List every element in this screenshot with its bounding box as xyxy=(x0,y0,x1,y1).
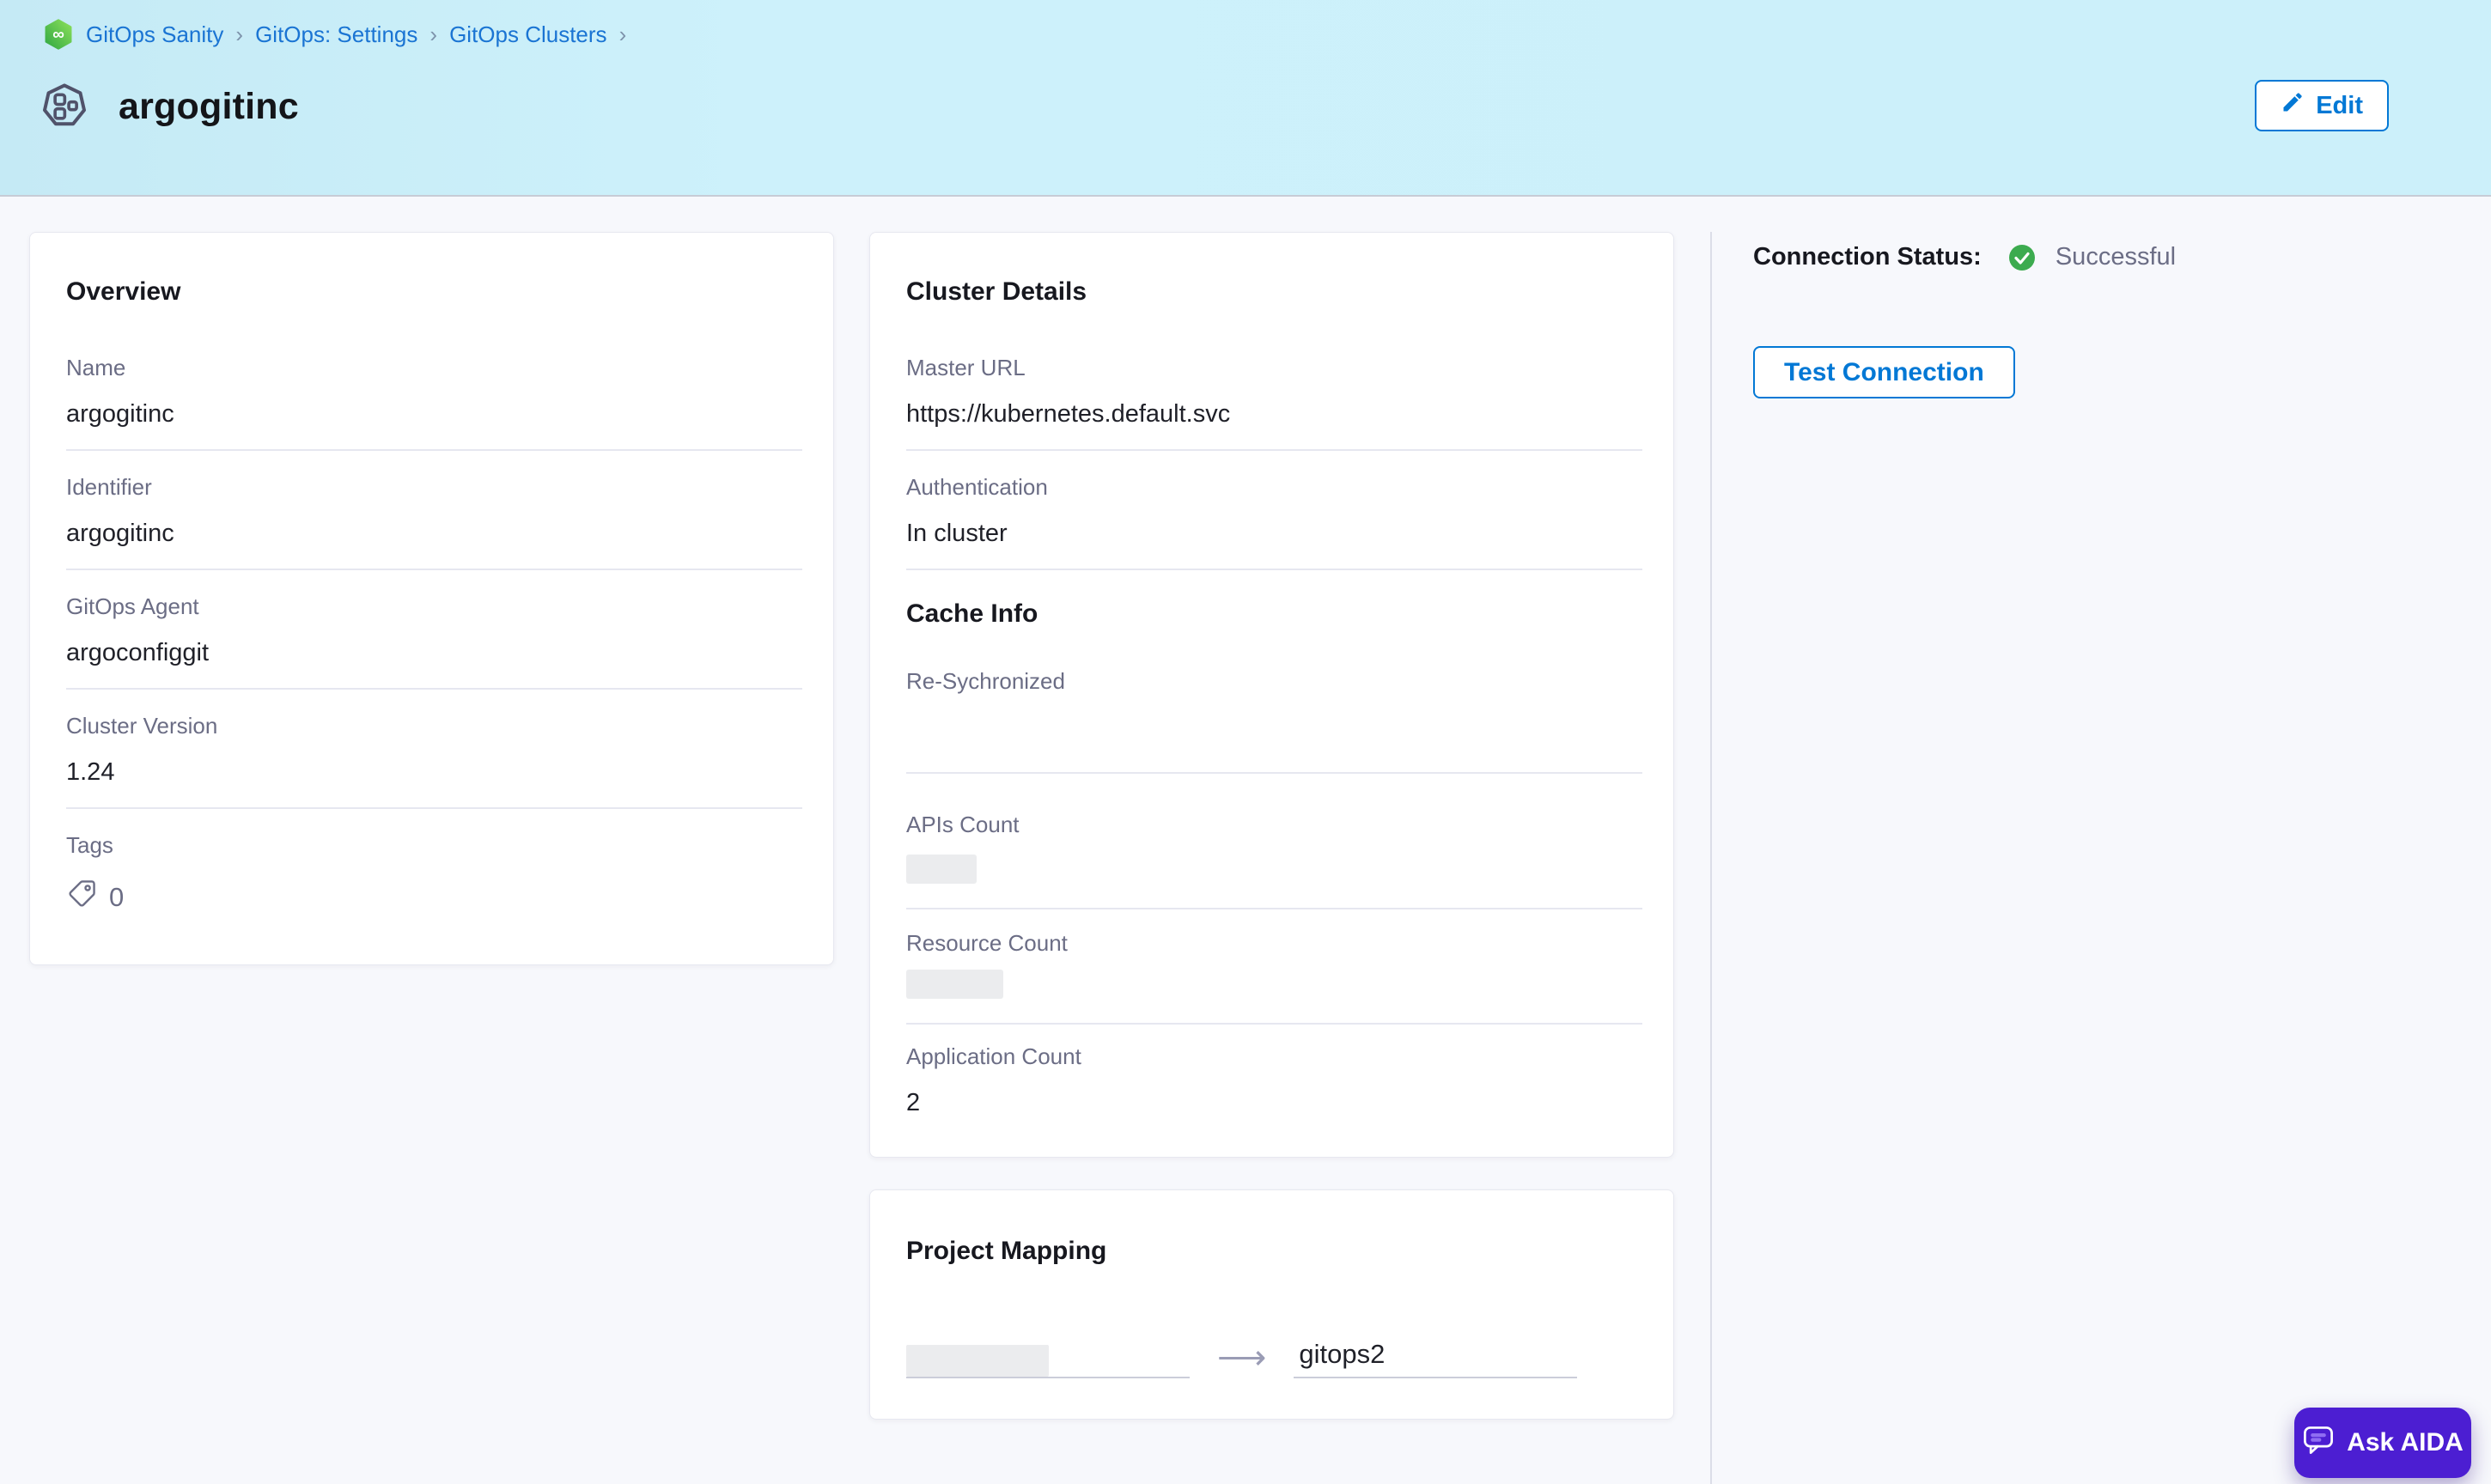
field-label: Cluster Version xyxy=(66,715,802,737)
mapping-target-field[interactable]: gitops2 xyxy=(1294,1339,1577,1378)
project-mapping-card: Project Mapping ⟶ gitops2 xyxy=(869,1189,1674,1420)
breadcrumb-link-settings[interactable]: GitOps: Settings xyxy=(255,21,417,48)
cluster-details-card: Cluster Details Master URL https://kuber… xyxy=(869,232,1674,1158)
field-resource-count: Resource Count xyxy=(906,932,1642,1025)
project-mapping-row: ⟶ gitops2 xyxy=(906,1339,1642,1378)
page-title: argogitinc xyxy=(119,86,299,128)
test-connection-button[interactable]: Test Connection xyxy=(1753,346,2015,398)
field-label: GitOps Agent xyxy=(66,595,802,617)
field-gitops-agent: GitOps Agent argoconfiggit xyxy=(66,595,802,690)
divider xyxy=(66,688,802,690)
mapping-arrow-icon: ⟶ xyxy=(1217,1341,1266,1378)
overview-heading: Overview xyxy=(66,279,802,305)
mapping-source-field[interactable] xyxy=(906,1345,1190,1378)
cache-info-heading: Cache Info xyxy=(906,601,1642,627)
field-application-count: Application Count 2 xyxy=(906,1045,1642,1116)
divider xyxy=(906,569,1642,570)
field-value-empty xyxy=(906,715,1642,772)
field-value: In cluster xyxy=(906,520,1642,546)
connection-status-row: Connection Status: Successful xyxy=(1753,243,2176,271)
ask-aida-label: Ask AIDA xyxy=(2347,1428,2464,1457)
field-label: Application Count xyxy=(906,1045,1642,1067)
gitops-logo-icon: ∞ xyxy=(43,19,74,50)
edit-button[interactable]: Edit xyxy=(2255,80,2389,131)
field-cluster-version: Cluster Version 1.24 xyxy=(66,715,802,809)
divider xyxy=(906,1023,1642,1025)
field-value: 1.24 xyxy=(66,759,802,785)
chat-bubble-icon xyxy=(2302,1423,2335,1463)
field-label: Identifier xyxy=(66,476,802,498)
field-label: Master URL xyxy=(906,356,1642,379)
pencil-icon xyxy=(2281,90,2305,121)
breadcrumb: ∞ GitOps Sanity › GitOps: Settings › Git… xyxy=(43,19,626,50)
cluster-heptagon-icon xyxy=(40,81,89,131)
divider xyxy=(906,772,1642,774)
content-area: Overview Name argogitinc Identifier argo… xyxy=(0,197,2491,1484)
breadcrumb-link-clusters[interactable]: GitOps Clusters xyxy=(449,21,607,48)
breadcrumb-link-project[interactable]: GitOps Sanity xyxy=(86,21,223,48)
loading-skeleton xyxy=(906,970,1003,999)
divider xyxy=(66,807,802,809)
edit-button-label: Edit xyxy=(2316,92,2363,120)
breadcrumb-separator: › xyxy=(619,21,627,48)
overview-card: Overview Name argogitinc Identifier argo… xyxy=(29,232,834,965)
divider xyxy=(906,908,1642,909)
tags-count: 0 xyxy=(109,882,124,913)
field-label: Resource Count xyxy=(906,932,1642,954)
field-master-url: Master URL https://kubernetes.default.sv… xyxy=(906,356,1642,451)
loading-skeleton xyxy=(906,1345,1049,1377)
tag-icon xyxy=(66,879,97,916)
breadcrumb-separator: › xyxy=(429,21,437,48)
ask-aida-button[interactable]: Ask AIDA xyxy=(2294,1408,2471,1478)
field-identifier: Identifier argogitinc xyxy=(66,476,802,570)
field-label: Re-Sychronized xyxy=(906,670,1642,692)
tags-count-row: 0 xyxy=(66,879,802,916)
field-value: 2 xyxy=(906,1090,1642,1116)
project-mapping-heading: Project Mapping xyxy=(906,1238,1642,1264)
breadcrumb-separator: › xyxy=(235,21,243,48)
field-label: Tags xyxy=(66,834,802,856)
field-value: argogitinc xyxy=(66,401,802,427)
loading-skeleton xyxy=(906,855,977,884)
field-value: https://kubernetes.default.svc xyxy=(906,401,1642,427)
divider xyxy=(906,449,1642,451)
field-value: argogitinc xyxy=(66,520,802,546)
field-label: APIs Count xyxy=(906,813,1642,836)
field-name: Name argogitinc xyxy=(66,356,802,451)
divider xyxy=(66,449,802,451)
field-apis-count: APIs Count xyxy=(906,813,1642,909)
cluster-details-heading: Cluster Details xyxy=(906,279,1642,305)
field-label: Name xyxy=(66,356,802,379)
connection-status-value: Successful xyxy=(2056,243,2176,271)
field-authentication: Authentication In cluster xyxy=(906,476,1642,570)
page-header: ∞ GitOps Sanity › GitOps: Settings › Git… xyxy=(0,0,2491,197)
vertical-divider xyxy=(1710,232,1712,1484)
field-label: Authentication xyxy=(906,476,1642,498)
check-circle-icon xyxy=(2009,245,2035,271)
field-value: argoconfiggit xyxy=(66,640,802,666)
divider xyxy=(66,569,802,570)
field-tags: Tags 0 xyxy=(66,834,802,916)
connection-status-label: Connection Status: xyxy=(1753,243,1982,271)
svg-text:∞: ∞ xyxy=(52,26,64,44)
field-resynchronized: Re-Sychronized xyxy=(906,670,1642,774)
